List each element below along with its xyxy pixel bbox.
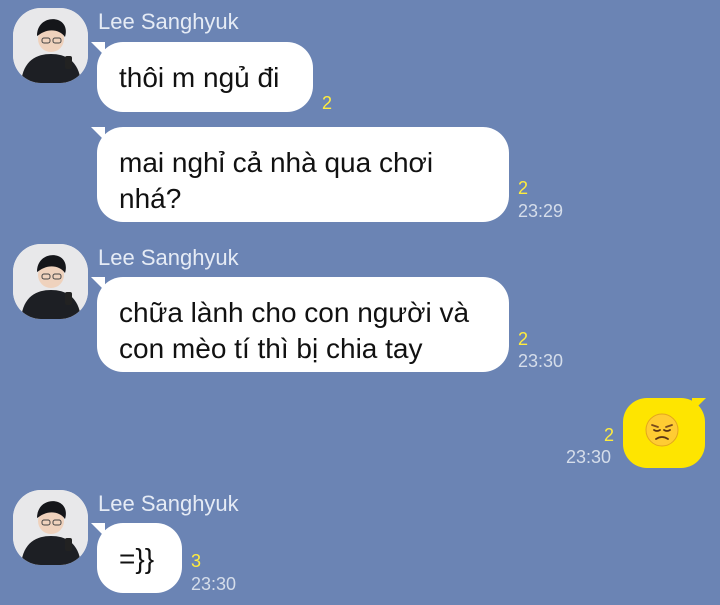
chat-area[interactable]: Lee Sanghyuk thôi m ngủ đi 2 mai nghỉ cả…	[0, 0, 720, 605]
disappointed-face-emoji-icon	[645, 413, 679, 447]
avatar[interactable]	[13, 490, 88, 565]
avatar[interactable]	[13, 244, 88, 319]
message-bubble[interactable]: thôi m ngủ đi	[97, 42, 313, 112]
unread-count: 2	[322, 93, 333, 113]
profile-photo-icon	[13, 244, 88, 319]
sender-name: Lee Sanghyuk	[98, 491, 239, 516]
profile-photo-icon	[13, 490, 88, 565]
unread-count: 3	[191, 551, 202, 571]
unread-count: 2	[518, 329, 529, 349]
sender-name: Lee Sanghyuk	[98, 245, 239, 270]
unread-count: 2	[518, 178, 529, 198]
profile-photo-icon	[13, 8, 88, 83]
unread-count: 2	[604, 425, 615, 445]
message-bubble[interactable]: mai nghỉ cả nhà qua chơi nhá?	[97, 127, 509, 222]
message-time: 23:30	[566, 447, 612, 467]
message-time: 23:30	[518, 351, 564, 371]
message-time: 23:30	[191, 574, 237, 594]
avatar[interactable]	[13, 8, 88, 83]
sender-name: Lee Sanghyuk	[98, 9, 239, 34]
message-bubble[interactable]: =}}	[97, 523, 182, 593]
message-bubble[interactable]: chữa lành cho con người và con mèo tí th…	[97, 277, 509, 372]
message-time: 23:29	[518, 201, 564, 221]
